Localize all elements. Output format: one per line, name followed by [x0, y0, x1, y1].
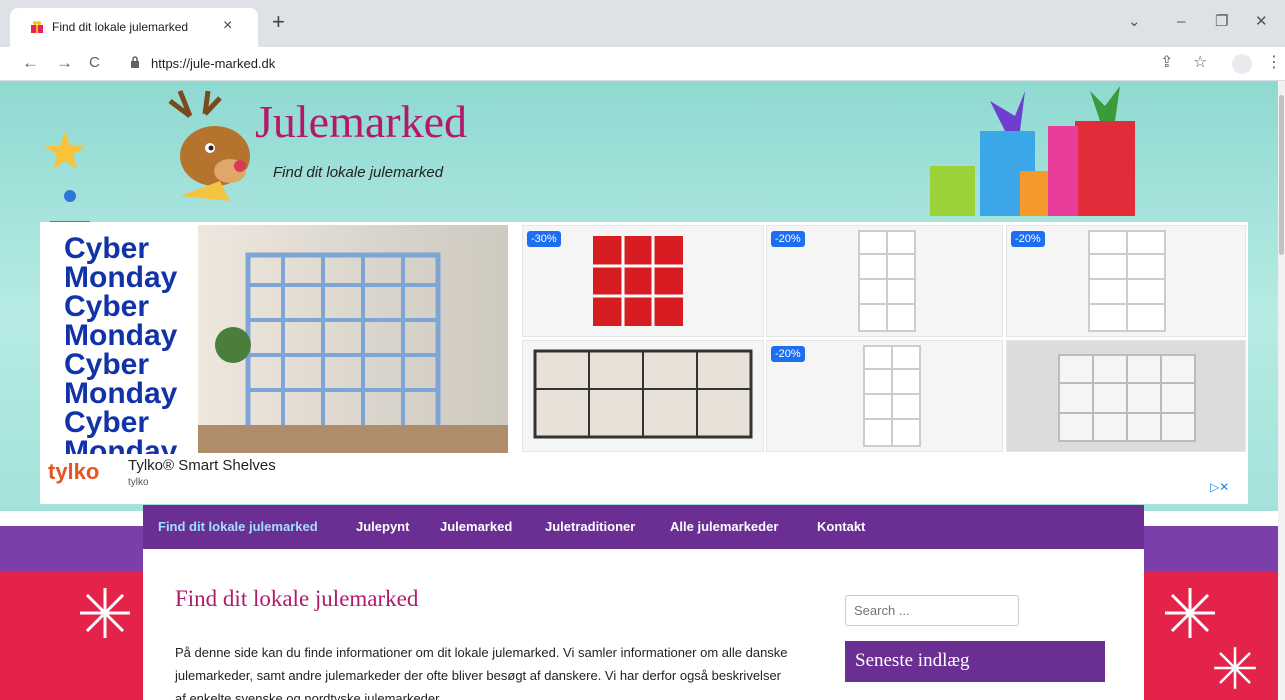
new-tab-button[interactable]: +: [272, 11, 285, 33]
ad-title[interactable]: Tylko® Smart Shelves: [128, 457, 276, 474]
ad-subtitle: tylko: [128, 477, 149, 488]
browser-tab[interactable]: Find dit lokale julemarked ×: [10, 8, 258, 47]
nav-item-julepynt[interactable]: Julepynt: [356, 519, 409, 534]
browser-menu-icon[interactable]: ⋮: [1266, 53, 1282, 73]
tylko-logo[interactable]: tylko: [48, 459, 99, 485]
close-window-button[interactable]: ✕: [1255, 14, 1268, 29]
recent-posts-widget-title: Seneste indlæg: [845, 641, 1105, 682]
cyber-monday-text: Cyber Monday Cyber Monday Cyber Monday C…: [64, 234, 178, 454]
site-tagline: Find dit lokale julemarked: [273, 164, 444, 181]
intro-paragraph: På denne side kan du finde informationer…: [175, 645, 788, 700]
product-tile[interactable]: -20%: [1006, 225, 1246, 337]
white-shelf-image: [1088, 230, 1166, 332]
tab-title: Find dit lokale julemarked: [52, 20, 189, 34]
white-shelf-image: [1058, 354, 1196, 442]
snowflake-icon: [1165, 588, 1215, 638]
gift-favicon-icon: [31, 21, 43, 33]
url-input[interactable]: https://jule-marked.dk: [151, 56, 275, 71]
white-shelf-image: [858, 230, 916, 332]
scrollbar-thumb[interactable]: [1279, 95, 1284, 255]
tab-bar: Find dit lokale julemarked × + ⌄ – ❐ ✕: [0, 0, 1285, 47]
site-title[interactable]: Julemarked: [255, 95, 467, 148]
sideboard-image: [533, 349, 753, 439]
reload-button[interactable]: C: [89, 53, 100, 73]
discount-badge: -20%: [1011, 231, 1045, 247]
profile-avatar-icon[interactable]: [1232, 54, 1252, 74]
tab-search-chevron-icon[interactable]: ⌄: [1128, 14, 1141, 29]
restore-button[interactable]: ❐: [1215, 14, 1228, 29]
product-tile[interactable]: [522, 340, 764, 452]
snowflake-icon: [80, 588, 130, 638]
address-bar: ← → C https://jule-marked.dk ⇪ ☆ ⋮: [0, 47, 1285, 81]
gift-boxes-icon: [930, 86, 1135, 216]
main-navigation: Find dit lokale julemarked Julepynt Jule…: [143, 505, 1144, 549]
adchoices-icon[interactable]: ▷✕: [1210, 480, 1229, 494]
red-shelf-image: [593, 236, 683, 326]
tab-close-icon[interactable]: ×: [223, 17, 232, 35]
nav-item-kontakt[interactable]: Kontakt: [817, 519, 865, 534]
snowflake-icon: [1214, 647, 1256, 689]
product-tile[interactable]: -20%: [766, 340, 1003, 452]
web-page: Julemarked Find dit lokale julemarked Cy…: [0, 81, 1278, 700]
nav-item-juletraditioner[interactable]: Juletraditioner: [545, 519, 635, 534]
bookmark-star-icon[interactable]: ☆: [1193, 53, 1207, 73]
nav-item-find-dit-lokale-julemarked[interactable]: Find dit lokale julemarked: [158, 519, 318, 534]
reindeer-icon: [168, 90, 250, 201]
shelf-room-image[interactable]: [198, 225, 508, 453]
discount-badge: -20%: [771, 231, 805, 247]
page-title: Find dit lokale julemarked: [175, 586, 419, 611]
forward-button[interactable]: →: [56, 53, 73, 73]
bookshelf-illustration: [198, 252, 508, 453]
discount-badge: -20%: [771, 346, 805, 362]
nav-item-julemarked[interactable]: Julemarked: [440, 519, 512, 534]
search-input[interactable]: [845, 595, 1019, 626]
back-button[interactable]: ←: [22, 53, 39, 73]
discount-badge: -30%: [527, 231, 561, 247]
lock-icon: [131, 56, 139, 68]
content-area: Find dit lokale julemarked På denne side…: [143, 549, 1144, 700]
product-tile[interactable]: -20%: [766, 225, 1003, 337]
advertisement-banner[interactable]: Cyber Monday Cyber Monday Cyber Monday C…: [40, 222, 1248, 504]
share-icon[interactable]: ⇪: [1160, 53, 1173, 73]
nav-item-alle-julemarkeder[interactable]: Alle julemarkeder: [670, 519, 778, 534]
white-shelf-image: [863, 345, 921, 447]
product-tile[interactable]: -30%: [522, 225, 764, 337]
minimize-button[interactable]: –: [1177, 14, 1185, 29]
product-tile[interactable]: [1006, 340, 1246, 452]
